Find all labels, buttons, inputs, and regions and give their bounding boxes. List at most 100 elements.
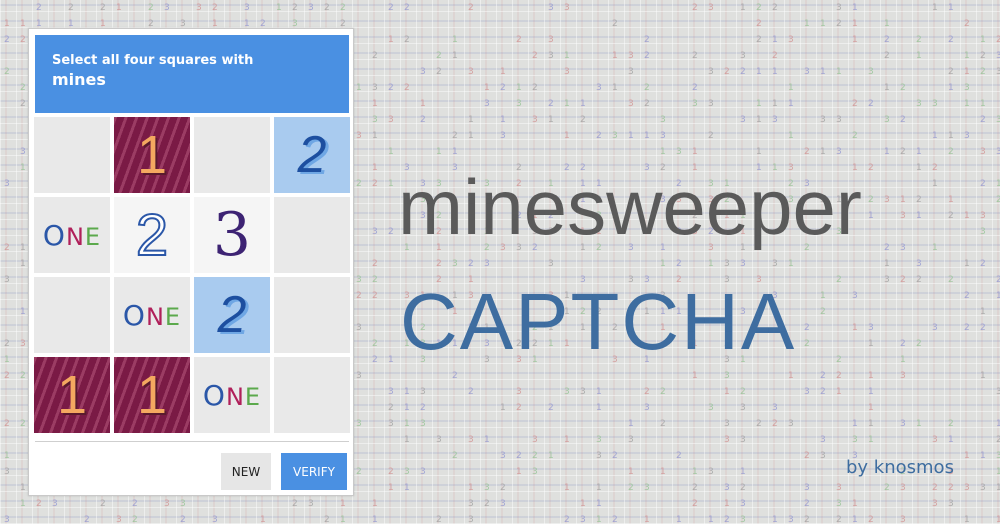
svg-text:1: 1 (388, 355, 394, 365)
captcha-tile[interactable] (194, 117, 270, 193)
svg-text:3: 3 (996, 451, 1000, 461)
captcha-tile[interactable]: 2 (274, 117, 350, 193)
svg-text:1: 1 (612, 83, 618, 93)
svg-text:2: 2 (68, 3, 74, 13)
svg-text:1: 1 (388, 147, 394, 157)
svg-text:1: 1 (980, 99, 986, 109)
svg-text:3: 3 (980, 227, 986, 237)
svg-text:2: 2 (388, 83, 394, 93)
svg-text:1: 1 (916, 163, 922, 173)
svg-text:2: 2 (4, 67, 10, 77)
svg-text:1: 1 (564, 483, 570, 493)
svg-text:2: 2 (820, 307, 826, 317)
svg-text:2: 2 (612, 515, 618, 524)
svg-text:1: 1 (20, 499, 26, 509)
svg-text:3: 3 (708, 467, 714, 477)
svg-text:1: 1 (868, 371, 874, 381)
captcha-tile[interactable]: 1 (114, 357, 190, 433)
svg-text:1: 1 (756, 147, 762, 157)
svg-text:1: 1 (772, 67, 778, 77)
svg-text:3: 3 (212, 515, 218, 524)
verify-button[interactable]: VERIFY (281, 453, 347, 490)
svg-text:2: 2 (356, 291, 362, 301)
captcha-tile[interactable]: ONE (34, 197, 110, 273)
svg-text:3: 3 (980, 147, 986, 157)
svg-text:1: 1 (548, 451, 554, 461)
captcha-tile[interactable] (274, 197, 350, 273)
captcha-tile[interactable] (274, 357, 350, 433)
svg-text:2: 2 (516, 403, 522, 413)
byline: by knosmos (846, 457, 954, 478)
svg-text:2: 2 (836, 275, 842, 285)
svg-text:2: 2 (676, 259, 682, 269)
svg-text:2: 2 (820, 387, 826, 397)
svg-text:2: 2 (948, 211, 954, 221)
svg-text:1: 1 (804, 19, 810, 29)
captcha-tile[interactable]: 1 (114, 117, 190, 193)
svg-text:2: 2 (356, 179, 362, 189)
svg-text:3: 3 (532, 435, 538, 445)
tile-glyph: ONE (202, 378, 262, 412)
svg-text:3: 3 (836, 147, 842, 157)
svg-text:1: 1 (564, 99, 570, 109)
svg-text:2: 2 (132, 515, 138, 524)
svg-text:3: 3 (180, 499, 186, 509)
svg-text:1: 1 (692, 147, 698, 157)
svg-text:1: 1 (20, 243, 26, 253)
svg-text:2: 2 (676, 451, 682, 461)
svg-text:1: 1 (740, 3, 746, 13)
svg-text:2: 2 (20, 35, 26, 45)
svg-text:2: 2 (852, 99, 858, 109)
svg-text:1: 1 (708, 259, 714, 269)
svg-text:2: 2 (644, 83, 650, 93)
svg-text:3: 3 (564, 67, 570, 77)
svg-text:2: 2 (20, 419, 26, 429)
svg-text:3: 3 (868, 323, 874, 333)
svg-text:3: 3 (772, 115, 778, 125)
svg-text:3: 3 (4, 179, 10, 189)
svg-text:1: 1 (340, 515, 346, 524)
svg-text:1: 1 (980, 307, 986, 317)
captcha-tile[interactable] (274, 277, 350, 353)
svg-text:2: 2 (516, 35, 522, 45)
svg-text:2: 2 (916, 275, 922, 285)
svg-text:3: 3 (596, 83, 602, 93)
svg-text:1: 1 (932, 131, 938, 141)
svg-text:2: 2 (404, 35, 410, 45)
svg-text:3: 3 (628, 51, 634, 61)
svg-text:3: 3 (916, 99, 922, 109)
instruction-target: mines (52, 70, 106, 89)
captcha-tile[interactable]: ONE (114, 277, 190, 353)
captcha-tile[interactable]: 3 (194, 197, 270, 273)
svg-text:2: 2 (564, 515, 570, 524)
captcha-tile[interactable] (34, 277, 110, 353)
captcha-tile[interactable] (34, 117, 110, 193)
svg-text:2: 2 (644, 35, 650, 45)
svg-text:2: 2 (900, 339, 906, 349)
svg-text:1: 1 (964, 451, 970, 461)
svg-text:3: 3 (468, 435, 474, 445)
svg-text:1: 1 (580, 499, 586, 509)
svg-text:1: 1 (724, 387, 730, 397)
svg-text:3: 3 (548, 259, 554, 269)
svg-text:2: 2 (436, 67, 442, 77)
divider (35, 441, 349, 442)
captcha-tile[interactable]: ONE (194, 357, 270, 433)
captcha-tile[interactable]: 2 (194, 277, 270, 353)
svg-text:2: 2 (868, 163, 874, 173)
captcha-tile[interactable]: 1 (34, 357, 110, 433)
svg-text:2: 2 (948, 147, 954, 157)
svg-text:2: 2 (324, 3, 330, 13)
instruction-text: Select all four squares with (52, 53, 254, 68)
svg-text:3: 3 (548, 35, 554, 45)
svg-text:2: 2 (372, 291, 378, 301)
svg-text:2: 2 (356, 467, 362, 477)
svg-text:2: 2 (644, 387, 650, 397)
svg-text:3: 3 (372, 115, 378, 125)
svg-text:3: 3 (308, 499, 314, 509)
svg-text:2: 2 (740, 483, 746, 493)
captcha-tile[interactable]: 2 (114, 197, 190, 273)
new-button[interactable]: NEW (221, 453, 271, 490)
svg-text:1: 1 (868, 387, 874, 397)
svg-text:1: 1 (660, 147, 666, 157)
